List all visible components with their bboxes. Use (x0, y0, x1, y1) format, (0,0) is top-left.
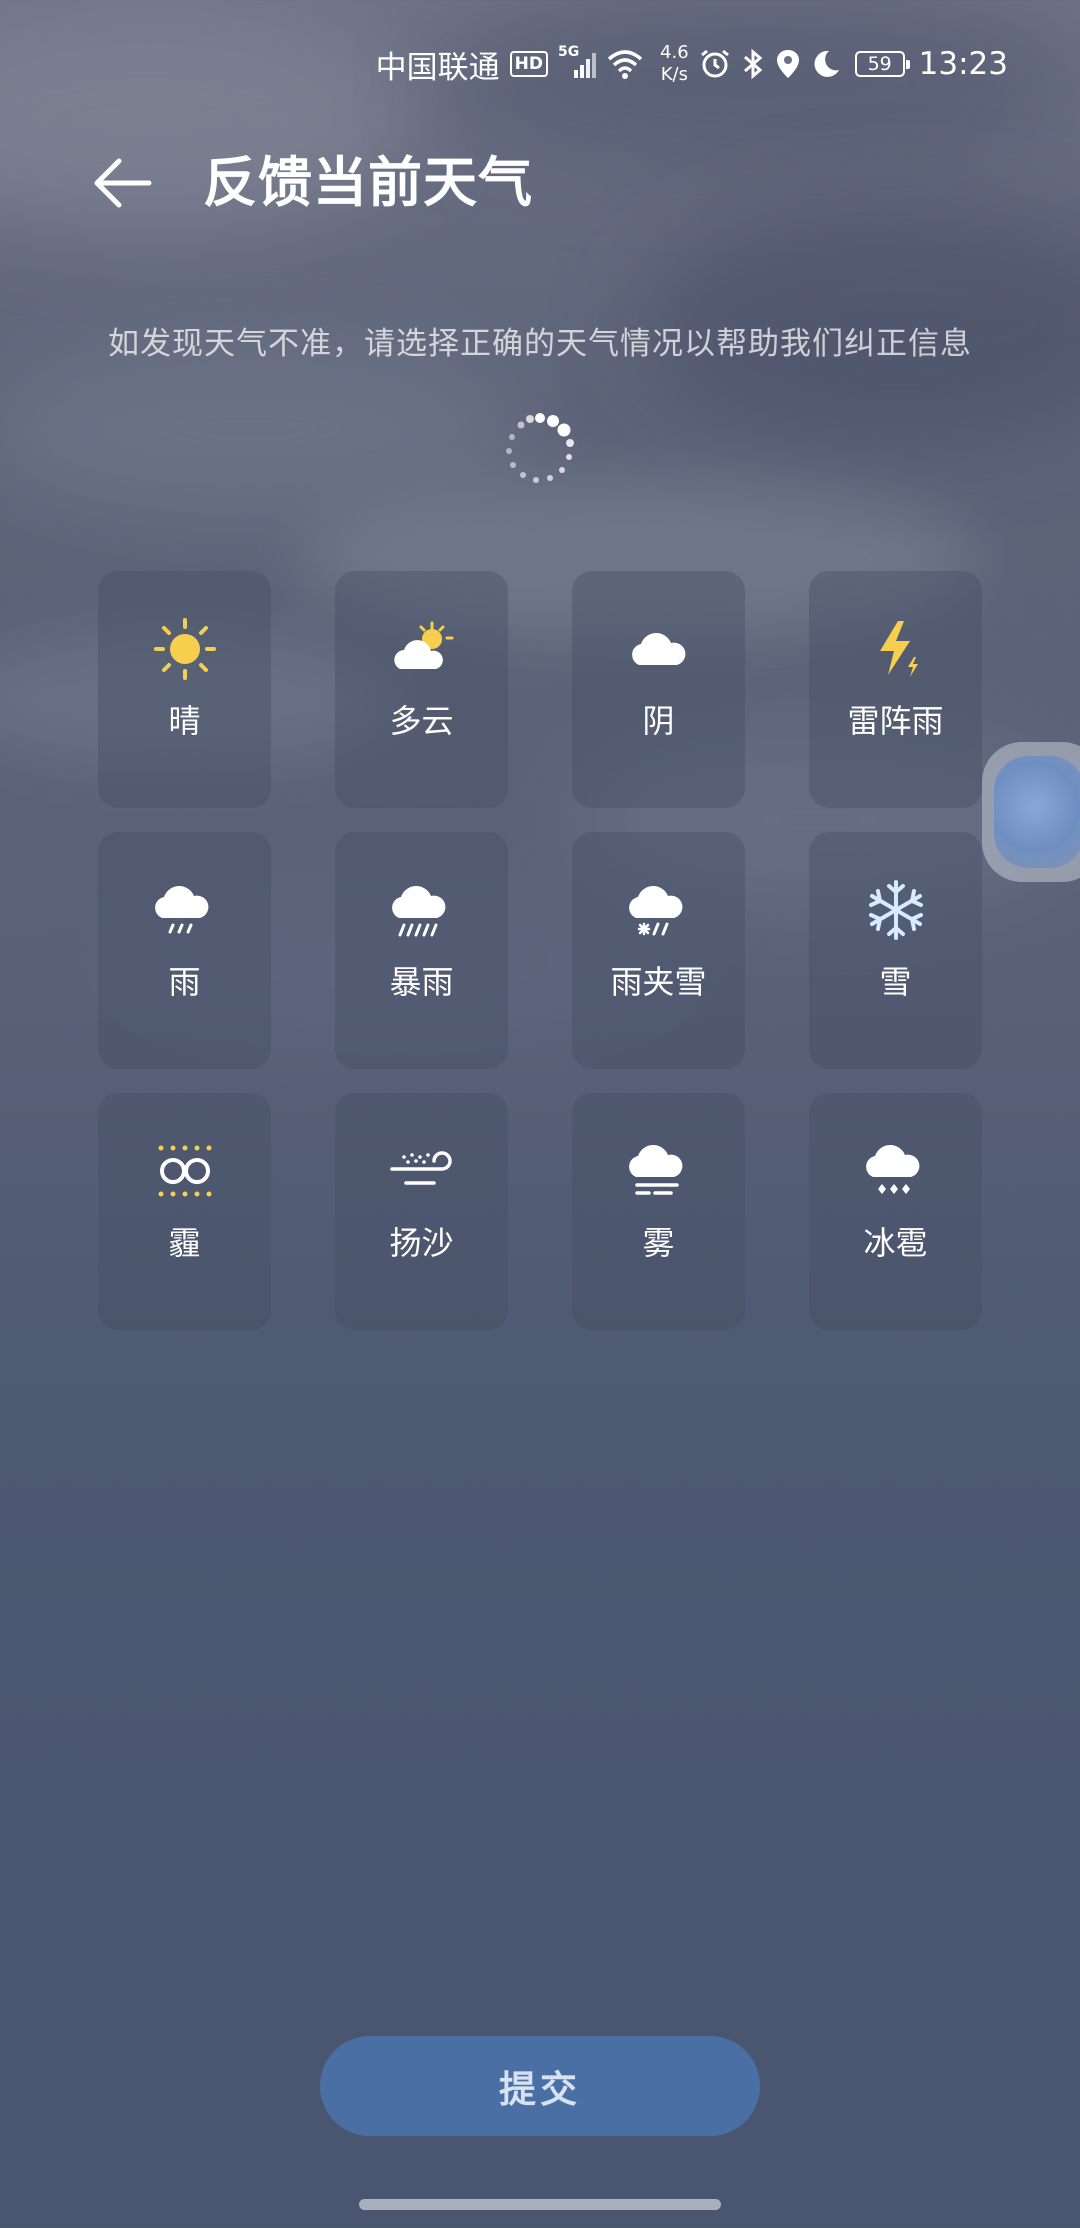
weather-option-partly-cloudy[interactable]: 多云 (335, 571, 508, 808)
weather-option-label: 扬沙 (389, 1224, 454, 1262)
assistant-orb-icon (994, 756, 1080, 868)
weather-option-label: 暴雨 (389, 963, 454, 1001)
weather-option-sleet[interactable]: 雨夹雪 (572, 832, 745, 1069)
weather-option-fog[interactable]: 雾 (572, 1093, 745, 1330)
net-speed-unit: K/s (660, 64, 688, 85)
weather-option-label: 多云 (389, 702, 454, 740)
loading-spinner-icon (506, 413, 574, 483)
submit-button[interactable]: 提交 (320, 2036, 760, 2136)
battery-indicator: 59 (854, 51, 910, 77)
weather-option-hail[interactable]: 冰雹 (809, 1093, 982, 1330)
net-speed-value: 4.6 (660, 42, 689, 63)
weather-option-heavy-rain[interactable]: 暴雨 (335, 832, 508, 1069)
weather-options-grid: 晴 多云 阴 雷阵雨 雨 暴雨 雨夹雪 雪 霾 扬沙 雾 冰雹 (98, 571, 982, 1330)
weather-option-label: 雨夹雪 (610, 963, 707, 1001)
sleet-icon (627, 878, 691, 942)
bluetooth-icon (743, 48, 762, 80)
location-icon (776, 50, 799, 78)
weather-option-rain[interactable]: 雨 (98, 832, 271, 1069)
network-type: 5G (558, 44, 580, 60)
weather-option-haze[interactable]: 霾 (98, 1093, 271, 1330)
status-time: 13:23 (918, 46, 1008, 82)
partly-cloudy-icon (390, 617, 454, 681)
status-bar: 中国联通 HD 5G 4.6 K/s 59 13:23 (376, 36, 1008, 92)
weather-option-sunny[interactable]: 晴 (98, 571, 271, 808)
hd-badge: HD (509, 51, 549, 77)
weather-option-snow[interactable]: 雪 (809, 832, 982, 1069)
arrow-left-icon (94, 158, 152, 208)
fog-icon (627, 1139, 691, 1203)
weather-option-label: 晴 (168, 702, 201, 740)
weather-option-label: 雾 (642, 1224, 675, 1262)
sun-icon (153, 617, 217, 681)
feedback-instructions: 如发现天气不准，请选择正确的天气情况以帮助我们纠正信息 (108, 326, 972, 362)
home-indicator[interactable] (359, 2199, 721, 2210)
weather-option-overcast[interactable]: 阴 (572, 571, 745, 808)
weather-option-label: 雨 (168, 963, 201, 1001)
net-speed: 4.6 K/s (660, 42, 689, 86)
weather-option-label: 阴 (642, 702, 675, 740)
weather-option-thunderstorm[interactable]: 雷阵雨 (809, 571, 982, 808)
cloud-icon (627, 617, 691, 681)
moon-icon (814, 50, 839, 77)
weather-option-sand[interactable]: 扬沙 (335, 1093, 508, 1330)
hail-icon (864, 1139, 928, 1203)
thunder-icon (864, 617, 928, 681)
rain-icon (153, 878, 217, 942)
carrier-name: 中国联通 (375, 49, 500, 86)
back-button[interactable] (88, 148, 158, 218)
floating-assistant-bubble[interactable] (982, 742, 1080, 882)
weather-option-label: 雷阵雨 (847, 702, 944, 740)
page-title: 反馈当前天气 (203, 151, 533, 214)
sand-icon (389, 1139, 454, 1203)
signal-icon: 5G (558, 44, 597, 80)
wifi-icon (607, 50, 643, 79)
haze-icon (153, 1139, 217, 1203)
weather-option-label: 雪 (879, 963, 912, 1001)
weather-option-label: 霾 (168, 1224, 201, 1262)
snowflake-icon (864, 878, 928, 942)
alarm-icon (700, 49, 729, 78)
heavy-rain-icon (390, 878, 454, 942)
weather-option-label: 冰雹 (863, 1224, 928, 1262)
